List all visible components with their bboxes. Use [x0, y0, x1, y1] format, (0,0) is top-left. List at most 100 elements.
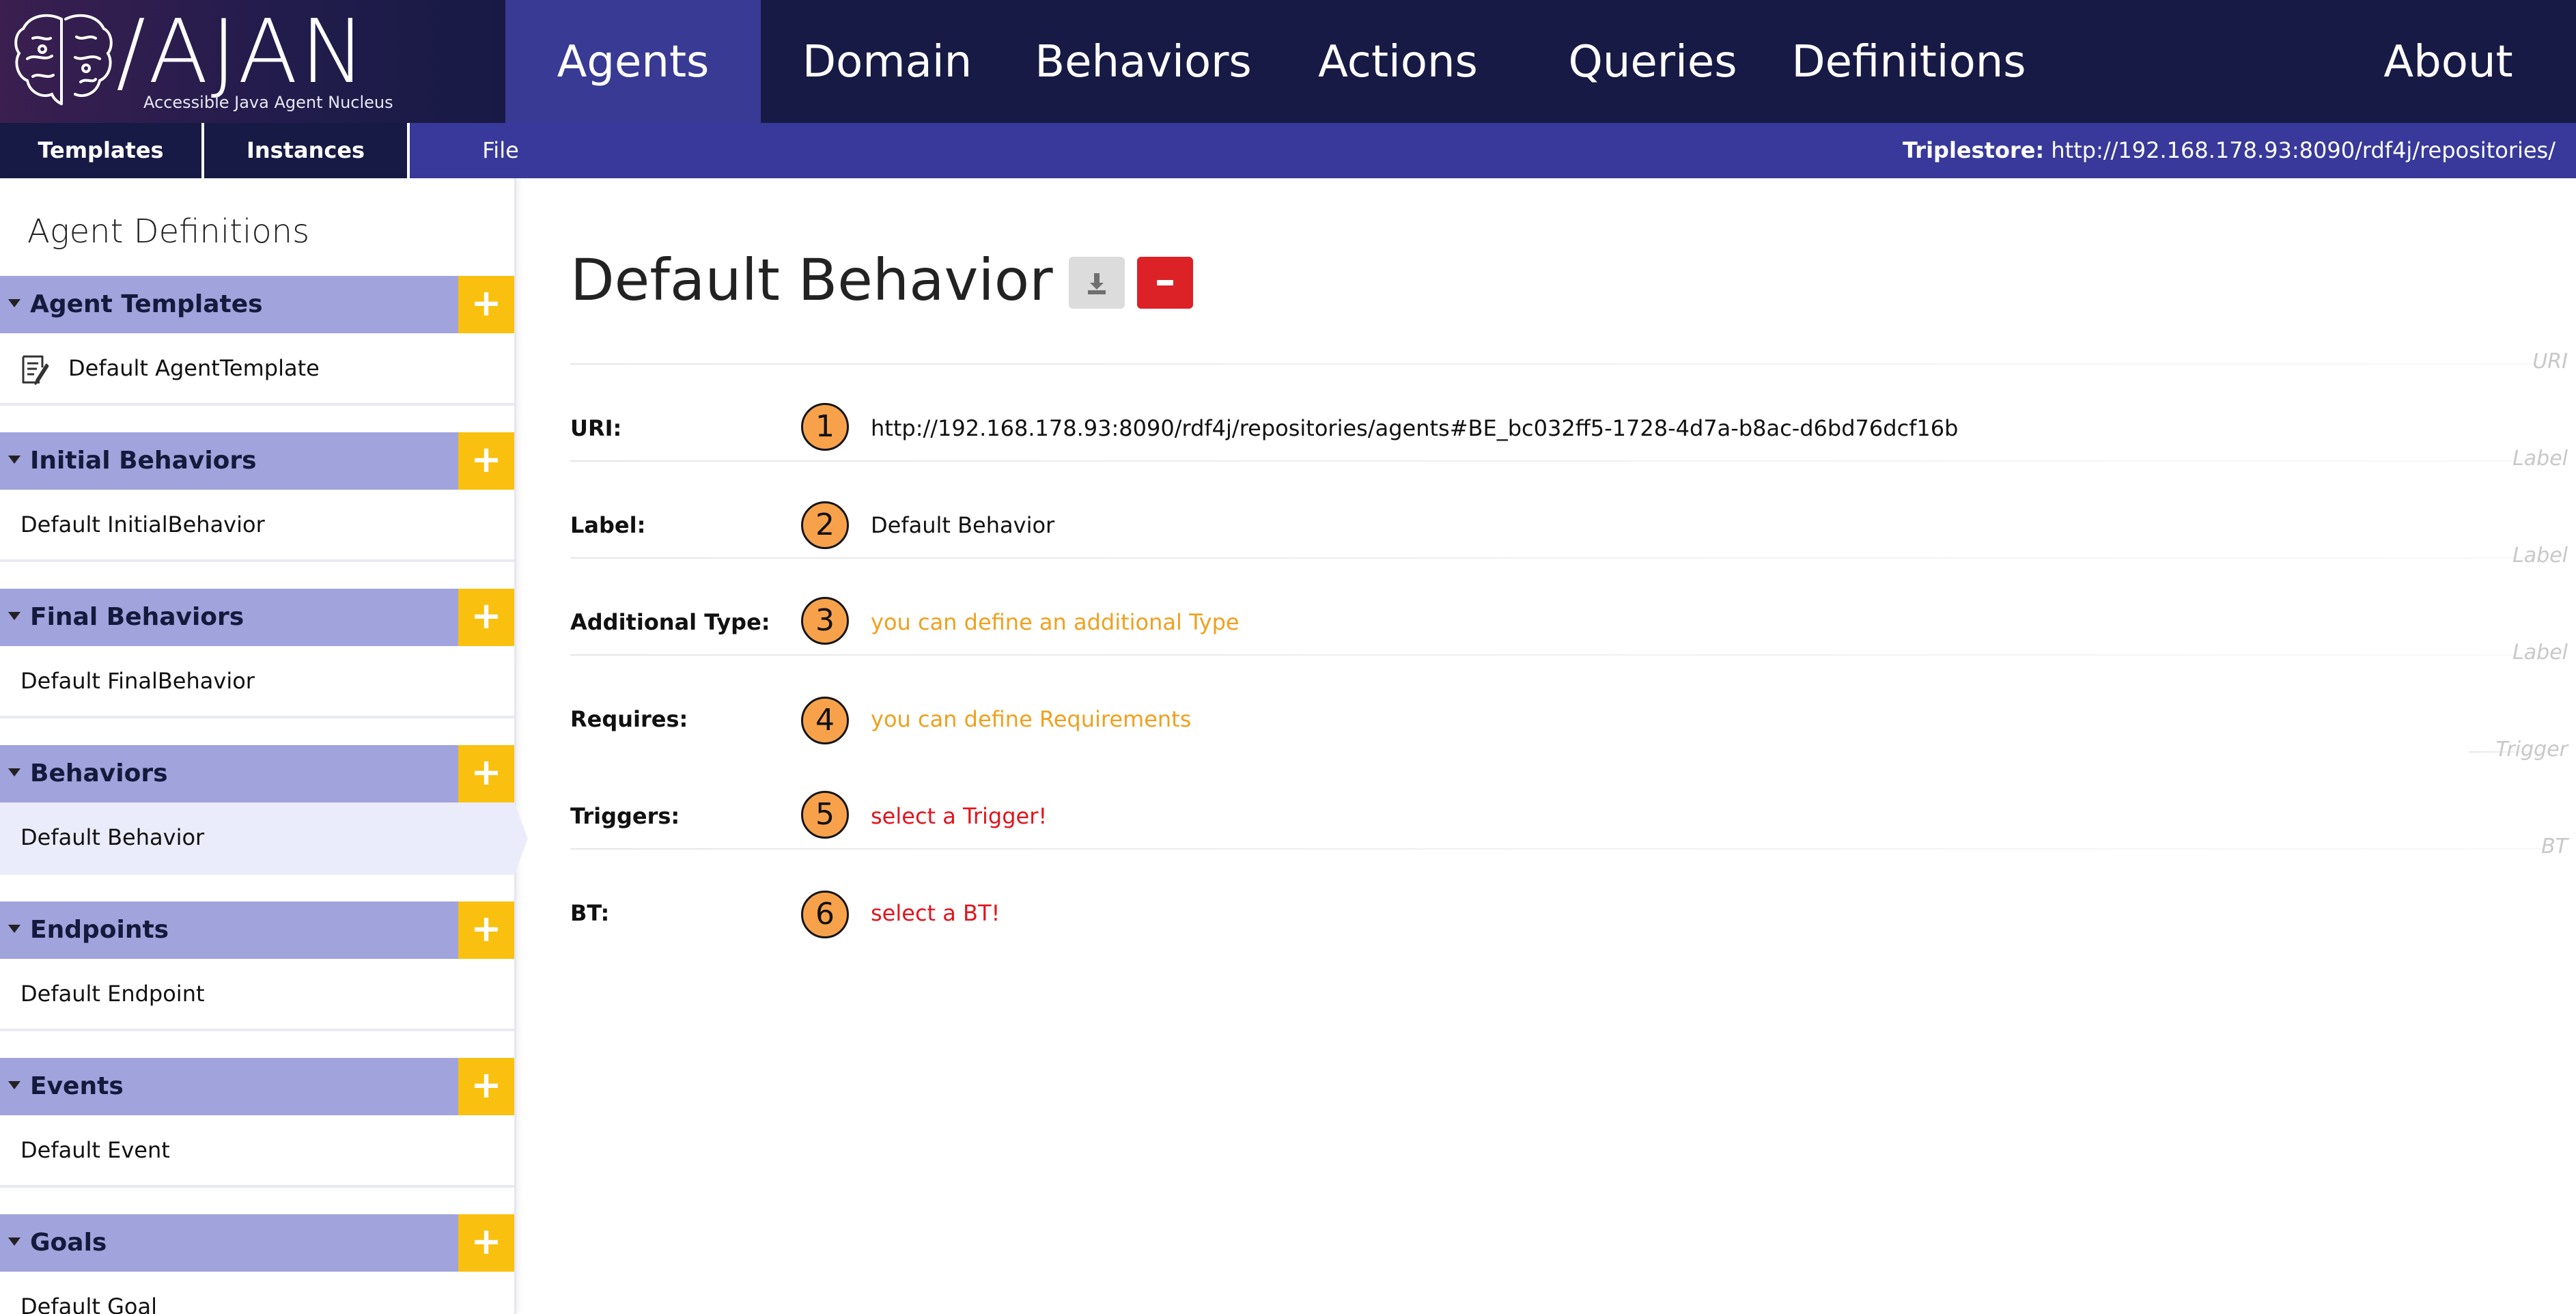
field-triggers: Trigger Triggers: 5 select a Trigger! — [570, 738, 2576, 848]
selection-pointer — [514, 802, 528, 875]
section-header[interactable]: Final Behaviors — [0, 589, 458, 646]
field-label: Label: — [570, 512, 646, 538]
divider — [570, 848, 2551, 850]
section-header[interactable]: Behaviors — [0, 745, 458, 802]
add-goal-button[interactable]: + — [458, 1214, 514, 1272]
number-badge: 6 — [801, 891, 849, 938]
add-agent-template-button[interactable]: + — [458, 276, 514, 333]
field-requires: Label Requires: 4 you can define Require… — [570, 641, 2576, 751]
brain-icon — [14, 14, 113, 105]
number-badge: 5 — [801, 791, 849, 839]
page-title: Default Behavior — [570, 247, 1053, 313]
add-endpoint-button[interactable]: + — [458, 901, 514, 959]
nav-queries[interactable]: Queries — [1523, 0, 1782, 123]
tab-templates[interactable]: Templates — [0, 123, 204, 178]
field-hint: Label — [2512, 544, 2568, 568]
divider — [570, 363, 2551, 365]
divider — [570, 460, 2551, 462]
caret-down-icon[interactable] — [8, 768, 20, 777]
field-label: Triggers: — [570, 803, 680, 829]
add-final-behavior-button[interactable]: + — [458, 589, 514, 646]
section-label: Events — [30, 1072, 124, 1100]
main-content: Default Behavior URI URI: 1 http://192.1… — [570, 178, 2576, 1314]
requires-value[interactable]: you can define Requirements — [871, 683, 1191, 755]
field-additional-type: Label Additional Type: 3 you can define … — [570, 544, 2576, 654]
tab-file[interactable]: File — [410, 123, 591, 178]
list-item-selected[interactable]: Default Behavior — [0, 802, 528, 875]
tab-instances[interactable]: Instances — [204, 123, 410, 178]
template-icon — [22, 355, 49, 385]
caret-down-icon[interactable] — [8, 612, 20, 620]
caret-down-icon[interactable] — [8, 1238, 20, 1246]
triplestore-info: Triplestore: http://192.168.178.93:8090/… — [1903, 123, 2556, 178]
list-item-label: Default Goal — [20, 1294, 157, 1314]
add-behavior-button[interactable]: + — [458, 745, 514, 802]
caret-down-icon[interactable] — [8, 456, 20, 464]
list-item-label: Default AgentTemplate — [68, 355, 320, 381]
nav-about[interactable]: About — [2336, 0, 2561, 123]
sidebar-title: Agent Definitions — [27, 212, 310, 251]
bt-value[interactable]: select a BT! — [871, 877, 1000, 949]
section-header[interactable]: Agent Templates — [0, 276, 458, 333]
label-value[interactable]: Default Behavior — [871, 489, 1054, 561]
list-item[interactable]: Default Event — [0, 1115, 514, 1188]
list-item[interactable]: Default Endpoint — [0, 959, 514, 1031]
caret-down-icon[interactable] — [8, 925, 20, 933]
uri-value[interactable]: http://192.168.178.93:8090/rdf4j/reposit… — [871, 392, 1958, 464]
sub-navbar: Templates Instances File Triplestore: ht… — [0, 123, 2576, 178]
sidebar: Agent Definitions Agent Templates + Defa… — [0, 178, 528, 1314]
list-item-label: Default Endpoint — [20, 981, 205, 1007]
section-label: Agent Templates — [30, 290, 263, 318]
number-badge: 3 — [801, 597, 849, 645]
field-hint: Label — [2512, 447, 2568, 471]
number-badge: 2 — [801, 501, 849, 549]
app-logo[interactable]: /AJAN Accessible Java Agent Nucleus — [0, 0, 505, 123]
field-hint: Trigger — [2495, 738, 2568, 761]
nav-behaviors[interactable]: Behaviors — [1013, 0, 1273, 123]
divider — [570, 557, 2551, 559]
section-label: Goals — [30, 1229, 107, 1257]
section-header[interactable]: Goals — [0, 1214, 458, 1272]
section-header[interactable]: Endpoints — [0, 901, 458, 959]
section-header[interactable]: Initial Behaviors — [0, 432, 458, 490]
field-bt: BT BT: 6 select a BT! — [570, 835, 2576, 945]
top-navbar: /AJAN Accessible Java Agent Nucleus Agen… — [0, 0, 2576, 123]
triplestore-label: Triplestore: — [1902, 137, 2045, 163]
caret-down-icon[interactable] — [8, 299, 20, 307]
field-uri: URI URI: 1 http://192.168.178.93:8090/rd… — [570, 350, 2576, 460]
minus-icon — [1157, 280, 1173, 285]
field-hint: Label — [2512, 641, 2568, 665]
list-item-label: Default InitialBehavior — [20, 512, 265, 537]
nav-agents[interactable]: Agents — [505, 0, 761, 123]
additional-type-value[interactable]: you can define an additional Type — [871, 586, 1240, 658]
list-item[interactable]: Default InitialBehavior — [0, 490, 514, 562]
logo-title: /AJAN — [116, 1, 369, 103]
list-item[interactable]: Default Goal — [0, 1272, 514, 1314]
field-label: URI: — [570, 415, 622, 441]
list-item[interactable]: Default AgentTemplate — [0, 333, 514, 406]
triggers-value[interactable]: select a Trigger! — [871, 780, 1047, 852]
field-label-row: Label Label: 2 Default Behavior — [570, 447, 2576, 557]
caret-down-icon[interactable] — [8, 1081, 20, 1089]
download-icon — [1088, 273, 1106, 294]
section-label: Initial Behaviors — [30, 447, 257, 475]
triplestore-url[interactable]: http://192.168.178.93:8090/rdf4j/reposit… — [2051, 137, 2556, 163]
number-badge: 1 — [801, 403, 849, 451]
field-label: Requires: — [570, 706, 688, 732]
delete-button[interactable] — [1137, 257, 1193, 309]
section-header[interactable]: Events — [0, 1058, 458, 1115]
list-item[interactable]: Default FinalBehavior — [0, 646, 514, 718]
section-label: Final Behaviors — [30, 603, 244, 631]
section-label: Endpoints — [30, 916, 169, 944]
divider — [570, 654, 2551, 656]
nav-actions[interactable]: Actions — [1273, 0, 1523, 123]
list-item-label: Default FinalBehavior — [20, 668, 255, 694]
add-initial-behavior-button[interactable]: + — [458, 432, 514, 490]
number-badge: 4 — [801, 697, 849, 744]
logo-subtitle: Accessible Java Agent Nucleus — [143, 93, 393, 112]
add-event-button[interactable]: + — [458, 1058, 514, 1115]
nav-definitions[interactable]: Definitions — [1782, 0, 2035, 123]
list-item-label: Default Event — [20, 1137, 170, 1163]
nav-domain[interactable]: Domain — [761, 0, 1013, 123]
download-button[interactable] — [1069, 257, 1125, 309]
